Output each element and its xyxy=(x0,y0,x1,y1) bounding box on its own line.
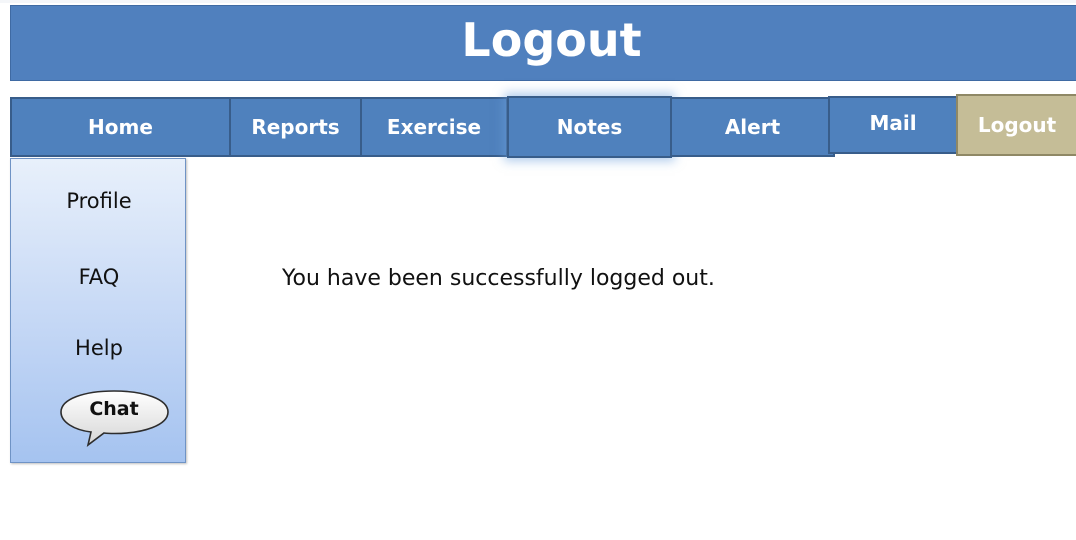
tab-reports[interactable]: Reports xyxy=(229,97,362,157)
tab-alert[interactable]: Alert xyxy=(670,97,835,157)
tab-mail[interactable]: Mail xyxy=(828,96,958,154)
sidebar-item-faq[interactable]: FAQ xyxy=(11,265,187,289)
main-nav: Home Reports Exercise Notes Alert Mail L… xyxy=(0,0,1076,170)
sidebar: Profile FAQ Help Chat xyxy=(10,158,186,463)
tab-exercise[interactable]: Exercise xyxy=(360,97,508,157)
chat-label: Chat xyxy=(89,398,139,420)
chat-button[interactable]: Chat xyxy=(58,389,174,449)
sidebar-item-help[interactable]: Help xyxy=(11,336,187,360)
sidebar-item-profile[interactable]: Profile xyxy=(11,189,187,213)
tab-logout[interactable]: Logout xyxy=(956,94,1076,156)
logout-message: You have been successfully logged out. xyxy=(282,266,715,291)
tab-notes[interactable]: Notes xyxy=(507,96,672,158)
tab-home[interactable]: Home xyxy=(10,97,231,157)
